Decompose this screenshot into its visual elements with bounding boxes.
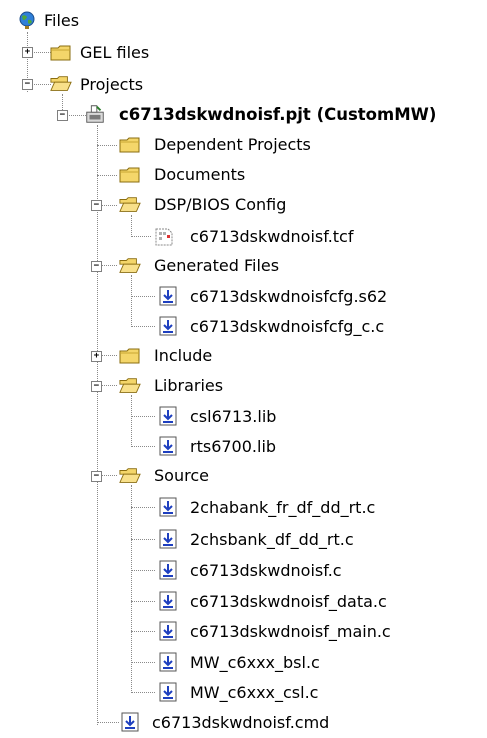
tree-node-label: c6713dskwdnoisfcfg.s62 xyxy=(190,287,388,306)
source-file-icon xyxy=(157,316,179,336)
tree-line xyxy=(97,145,117,146)
expand-plus-icon[interactable]: + xyxy=(91,351,102,362)
collapse-minus-icon[interactable]: − xyxy=(91,381,102,392)
folder-open-icon xyxy=(119,466,141,486)
tree-node-label: MW_c6xxx_bsl.c xyxy=(190,653,320,672)
collapse-minus-icon[interactable]: − xyxy=(22,79,33,90)
tree-node-label: c6713dskwdnoisf.cmd xyxy=(152,713,330,732)
globe-icon xyxy=(16,10,38,30)
tree-node-label: Libraries xyxy=(154,376,224,395)
folder-open-icon xyxy=(119,195,141,215)
tree-line xyxy=(131,631,155,632)
project-icon xyxy=(84,104,106,124)
tree-node-label: Dependent Projects xyxy=(154,135,311,154)
tree-node-label: MW_c6xxx_csl.c xyxy=(190,683,319,702)
tree-node-label: DSP/BIOS Config xyxy=(154,195,287,214)
tree-line xyxy=(131,326,155,327)
tree-line xyxy=(131,601,155,602)
tree-node-label: Source xyxy=(154,466,209,485)
folder-icon xyxy=(119,346,141,366)
collapse-minus-icon[interactable]: − xyxy=(91,200,102,211)
tree-node-label: csl6713.lib xyxy=(190,407,277,426)
folder-icon xyxy=(119,135,141,155)
source-file-icon xyxy=(157,406,179,426)
tree-node-label: c6713dskwdnoisf_main.c xyxy=(190,622,391,641)
tree-line xyxy=(131,296,155,297)
tree-node-label: Projects xyxy=(80,75,144,94)
source-file-icon xyxy=(157,652,179,672)
tree-node-label: Generated Files xyxy=(154,256,280,275)
tree-line xyxy=(131,275,132,327)
folder-open-icon xyxy=(119,376,141,396)
expand-plus-icon[interactable]: + xyxy=(22,47,33,58)
tree-line xyxy=(131,215,132,237)
collapse-minus-icon[interactable]: − xyxy=(57,110,68,121)
tree-node-label: c6713dskwdnoisf.c xyxy=(190,561,342,580)
folder-open-icon xyxy=(50,74,72,94)
tree-line xyxy=(97,722,119,723)
source-file-icon xyxy=(157,286,179,306)
tree-node-label: c6713dskwdnoisf_data.c xyxy=(190,592,387,611)
tree-node-label: 2chabank_fr_df_dd_rt.c xyxy=(190,498,376,517)
tree-line xyxy=(131,692,155,693)
tree-line xyxy=(131,236,151,237)
tree-line xyxy=(131,446,155,447)
tree-line xyxy=(131,416,155,417)
tree-node-label: GEL files xyxy=(80,43,150,62)
tree-node-label: rts6700.lib xyxy=(190,437,277,456)
tree-node-label: Documents xyxy=(154,165,246,184)
config-file-icon xyxy=(153,226,175,246)
tree-node-label: Files xyxy=(44,11,80,30)
tree-node-label: c6713dskwdnoisfcfg_c.c xyxy=(190,317,385,336)
project-title: c6713dskwdnoisf.pjt (CustomMW) xyxy=(119,105,437,124)
source-file-icon xyxy=(157,560,179,580)
folder-icon xyxy=(50,43,72,63)
source-file-icon xyxy=(157,621,179,641)
source-file-icon xyxy=(157,682,179,702)
tree-node-label: c6713dskwdnoisf.tcf xyxy=(190,227,354,246)
tree-line xyxy=(131,570,155,571)
tree-line xyxy=(97,125,98,725)
tree-node-label: 2chsbank_df_dd_rt.c xyxy=(190,530,354,549)
source-file-icon xyxy=(119,712,141,732)
tree-node-label: Include xyxy=(154,346,213,365)
collapse-minus-icon[interactable]: − xyxy=(91,471,102,482)
tree-line xyxy=(97,175,117,176)
tree-line xyxy=(131,539,155,540)
folder-open-icon xyxy=(119,256,141,276)
source-file-icon xyxy=(157,497,179,517)
source-file-icon xyxy=(157,591,179,611)
source-file-icon xyxy=(157,529,179,549)
tree-line xyxy=(131,507,155,508)
collapse-minus-icon[interactable]: − xyxy=(91,261,102,272)
folder-icon xyxy=(119,165,141,185)
tree-line xyxy=(131,662,155,663)
tree-line xyxy=(131,395,132,447)
source-file-icon xyxy=(157,436,179,456)
file-tree: Files + GEL files − Projects − c6713dskw… xyxy=(0,0,487,738)
